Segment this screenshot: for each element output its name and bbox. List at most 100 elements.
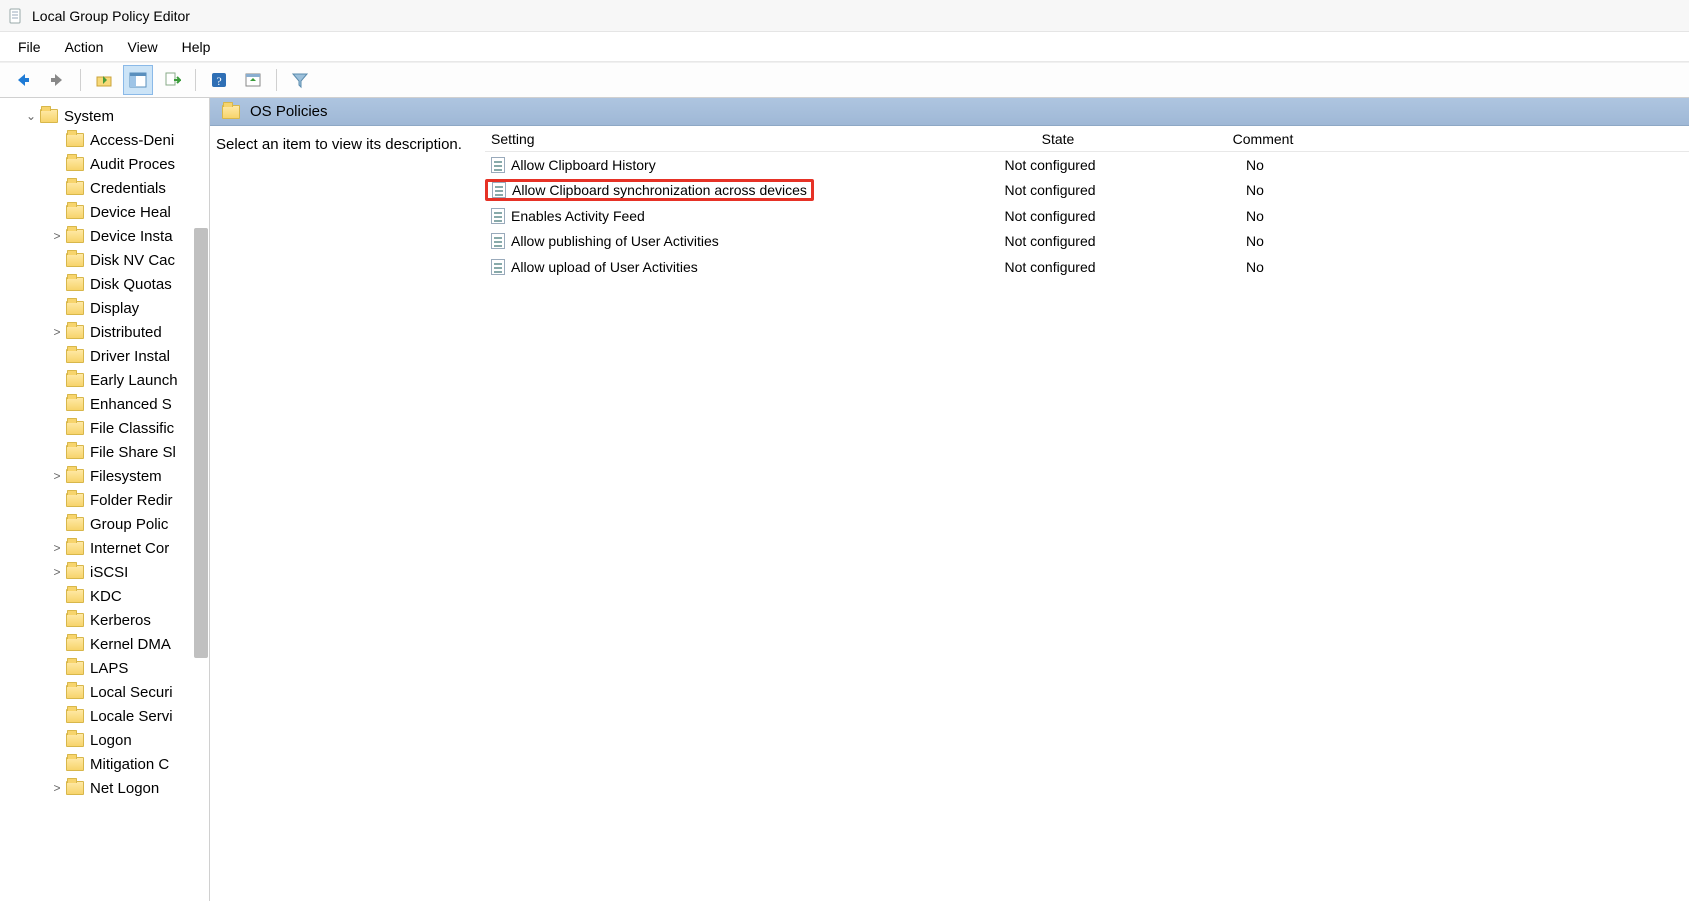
tree: ⌄ System Access-DeniAudit Proces Credenti… [0,98,209,800]
tree-item[interactable]: >Net Logon [0,776,209,800]
main-area: ⌄ System Access-DeniAudit Proces Credenti… [0,98,1689,901]
tree-item[interactable]: Disk NV Cac [0,248,209,272]
folder-icon [40,109,58,123]
tree-item[interactable]: Logon [0,728,209,752]
content-pane: OS Policies Select an item to view its d… [210,98,1689,901]
policy-row[interactable]: Allow publishing of User ActivitiesNot c… [485,229,1689,255]
tree-label: iSCSI [90,564,128,581]
tree-label: Folder Redir [90,492,173,509]
folder-icon [66,709,84,723]
tree-item[interactable]: Early Launch [0,368,209,392]
tree-item[interactable]: File Classific [0,416,209,440]
tree-label: Logon [90,732,132,749]
tree-item[interactable]: >Filesystem [0,464,209,488]
tree-label: Disk Quotas [90,276,172,293]
policy-row[interactable]: Allow upload of User ActivitiesNot confi… [485,254,1689,280]
content-body: Select an item to view its description. … [210,126,1689,901]
expand-icon[interactable]: > [50,229,64,243]
tree-item[interactable]: > Distributed [0,320,209,344]
tree-item[interactable]: KDC [0,584,209,608]
tree-label: Distributed [90,324,162,341]
folder-icon [66,349,84,363]
folder-icon [66,253,84,267]
tree-label: LAPS [90,660,128,677]
menu-view[interactable]: View [115,32,169,61]
tree-label: Locale Servi [90,708,173,725]
tree-item[interactable]: >Device Insta [0,224,209,248]
up-level-button[interactable] [89,65,119,95]
tree-item[interactable]: Driver Instal [0,344,209,368]
collapse-icon[interactable]: ⌄ [24,109,38,123]
tree-item[interactable]: Kernel DMA [0,632,209,656]
tree-label: Display [90,300,139,317]
title-bar: Local Group Policy Editor [0,0,1689,32]
menu-bar: File Action View Help [0,32,1689,62]
export-list-button[interactable] [157,65,187,95]
tree-item[interactable]: >Internet Cor [0,536,209,560]
toolbar: ? [0,62,1689,98]
tree-sidebar: ⌄ System Access-DeniAudit Proces Credenti… [0,98,210,901]
folder-icon [66,397,84,411]
show-hide-tree-button[interactable] [123,65,153,95]
tree-item[interactable]: Access-Deni [0,128,209,152]
tree-item[interactable]: Folder Redir [0,488,209,512]
tree-item[interactable]: File Share Sl [0,440,209,464]
tree-item[interactable]: Group Polic [0,512,209,536]
expand-icon[interactable]: > [50,325,64,339]
col-header-state[interactable]: State [953,131,1163,147]
tree-label: Kernel DMA [90,636,171,653]
policy-comment: No [1155,182,1355,198]
col-header-comment[interactable]: Comment [1163,131,1363,147]
policy-setting-icon [491,157,505,173]
tree-item[interactable]: Disk Quotas [0,272,209,296]
expand-icon[interactable]: > [50,781,64,795]
description-prompt: Select an item to view its description. [216,136,462,153]
tree-root-system[interactable]: ⌄ System [0,104,209,128]
folder-icon [222,105,240,119]
tree-item[interactable]: Local Securi [0,680,209,704]
expand-icon[interactable]: > [50,565,64,579]
folder-icon [66,301,84,315]
tree-item[interactable]: Kerberos [0,608,209,632]
tree-label: KDC [90,588,122,605]
tree-item[interactable]: Device Heal [0,200,209,224]
tree-item[interactable]: Credentials [0,176,209,200]
back-button[interactable] [8,65,38,95]
tree-item[interactable]: Display [0,296,209,320]
col-header-setting[interactable]: Setting [485,131,953,147]
sidebar-scrollbar-thumb[interactable] [194,228,208,658]
expand-icon[interactable]: > [50,541,64,555]
tree-label: Driver Instal [90,348,170,365]
toolbar-separator [195,69,196,91]
policy-setting-icon [491,233,505,249]
folder-icon [66,637,84,651]
folder-icon [66,685,84,699]
folder-icon [66,781,84,795]
menu-file[interactable]: File [6,32,53,61]
tree-item[interactable]: Locale Servi [0,704,209,728]
tree-label: File Share Sl [90,444,176,461]
policy-comment: No [1155,157,1355,173]
tree-item[interactable]: Enhanced S [0,392,209,416]
tree-item[interactable]: LAPS [0,656,209,680]
forward-button[interactable] [42,65,72,95]
properties-button[interactable] [238,65,268,95]
policy-comment: No [1155,208,1355,224]
policy-row[interactable]: Enables Activity FeedNot configuredNo [485,203,1689,229]
policy-row[interactable]: Allow Clipboard synchronization across d… [485,178,1689,204]
folder-icon [66,589,84,603]
menu-help[interactable]: Help [170,32,223,61]
tree-label: Credentials [90,180,166,197]
window-title: Local Group Policy Editor [32,8,190,24]
filter-button[interactable] [285,65,315,95]
tree-item[interactable]: > iSCSI [0,560,209,584]
folder-icon [66,205,84,219]
help-button[interactable]: ? [204,65,234,95]
expand-icon[interactable]: > [50,469,64,483]
folder-icon [66,565,84,579]
policy-row[interactable]: Allow Clipboard HistoryNot configuredNo [485,152,1689,178]
tree-item[interactable]: Audit Proces [0,152,209,176]
tree-item[interactable]: Mitigation C [0,752,209,776]
menu-action[interactable]: Action [53,32,116,61]
folder-icon [66,517,84,531]
